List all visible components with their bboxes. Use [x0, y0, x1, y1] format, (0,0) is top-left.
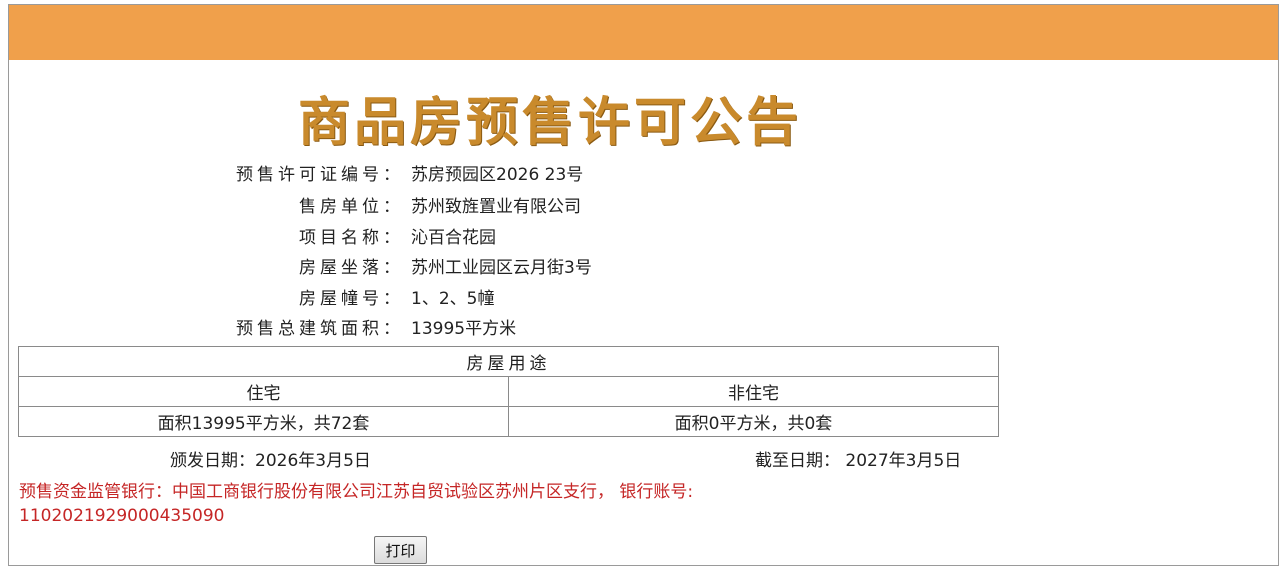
field-value: 1、2、5幢	[411, 289, 495, 309]
field-label: 项目名称：	[299, 228, 404, 248]
field-value: 苏房预园区2026 23号	[411, 165, 584, 185]
field-label: 售房单位：	[299, 197, 404, 217]
header-bar	[9, 5, 1278, 60]
issue-date: 颁发日期：2026年3月5日	[170, 451, 371, 471]
field-value: 苏州工业园区云月街3号	[411, 258, 592, 278]
expiry-date: 截至日期： 2027年3月5日	[755, 451, 962, 471]
usage-table: 房屋用途 住宅 非住宅 面积13995平方米，共72套 面积0平方米，共0套	[18, 346, 999, 437]
table-header-residential: 住宅	[18, 376, 509, 407]
table-row: 住宅 非住宅	[18, 376, 999, 407]
print-button[interactable]: 打印	[374, 536, 427, 564]
field-label: 预售总建筑面积：	[236, 319, 404, 339]
field-label: 预售许可证编号：	[236, 165, 404, 185]
bank-line: 预售资金监管银行：中国工商银行股份有限公司江苏自贸试验区苏州片区支行， 银行账号…	[19, 482, 694, 502]
page-title: 商品房预售许可公告	[298, 92, 803, 153]
usage-caption: 房屋用途	[18, 346, 999, 377]
table-header-non-residential: 非住宅	[508, 376, 999, 407]
field-label: 房屋坐落：	[299, 258, 404, 278]
field-value: 苏州致旌置业有限公司	[411, 197, 581, 217]
table-row: 房屋用途	[18, 346, 999, 377]
bank-account-number: 1102021929000435090	[19, 506, 225, 526]
table-cell-non-residential: 面积0平方米，共0套	[508, 406, 999, 437]
table-row: 面积13995平方米，共72套 面积0平方米，共0套	[18, 406, 999, 437]
field-label: 房屋幢号：	[299, 289, 404, 309]
table-cell-residential: 面积13995平方米，共72套	[18, 406, 509, 437]
field-value: 沁百合花园	[411, 228, 496, 248]
field-value: 13995平方米	[411, 319, 517, 339]
supervising-bank-info: 预售资金监管银行：中国工商银行股份有限公司江苏自贸试验区苏州片区支行， 银行账号…	[19, 480, 879, 528]
